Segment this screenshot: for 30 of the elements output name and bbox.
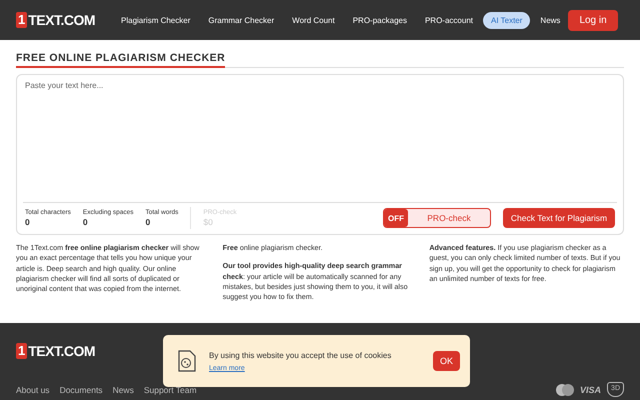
nav-link[interactable]: PRO-packages xyxy=(344,12,415,28)
cookie-message: By using this website you accept the use of cookies xyxy=(209,350,392,360)
nav-link[interactable]: Word Count xyxy=(284,12,343,28)
nav-link[interactable]: Plagiarism Checker xyxy=(113,12,198,28)
check-button[interactable]: Check Text for Plagiarism xyxy=(503,208,615,228)
nav-link[interactable]: News xyxy=(532,12,568,28)
stat-value: 0 xyxy=(145,217,152,227)
footer-link[interactable]: About us xyxy=(16,384,50,394)
footer-link[interactable]: News xyxy=(112,384,134,394)
logo-text[interactable]: TEXT.COM xyxy=(28,343,96,359)
visa-logo: VISA xyxy=(580,384,602,394)
footer-link[interactable]: Documents xyxy=(60,384,103,394)
nav-link[interactable]: PRO-account xyxy=(416,12,481,28)
card-logo-icon xyxy=(556,384,574,396)
cookie-icon xyxy=(177,349,197,373)
logo-text[interactable]: TEXT.COM xyxy=(28,12,96,28)
pro-check-toggle[interactable]: OFF PRO-check xyxy=(383,208,491,228)
nav-link[interactable]: AI Texter xyxy=(483,12,530,28)
page-title: FREE ONLINE PLAGIARISM CHECKER xyxy=(16,52,226,68)
stat-value: 0 xyxy=(82,217,89,227)
toggle-label: PRO-check xyxy=(426,213,472,223)
text-input[interactable]: Paste your text here... xyxy=(16,74,624,202)
ok-button[interactable]: OK xyxy=(433,351,460,371)
logo-mark: 1 xyxy=(16,12,28,28)
footer-link[interactable]: Support Team xyxy=(144,384,197,394)
stat-value: 0 xyxy=(25,217,31,227)
toggle-state: OFF xyxy=(384,209,408,227)
nav-link[interactable]: Grammar Checker xyxy=(200,12,282,28)
logo-mark: 1 xyxy=(16,343,28,359)
login-button[interactable]: Log in xyxy=(568,10,618,30)
